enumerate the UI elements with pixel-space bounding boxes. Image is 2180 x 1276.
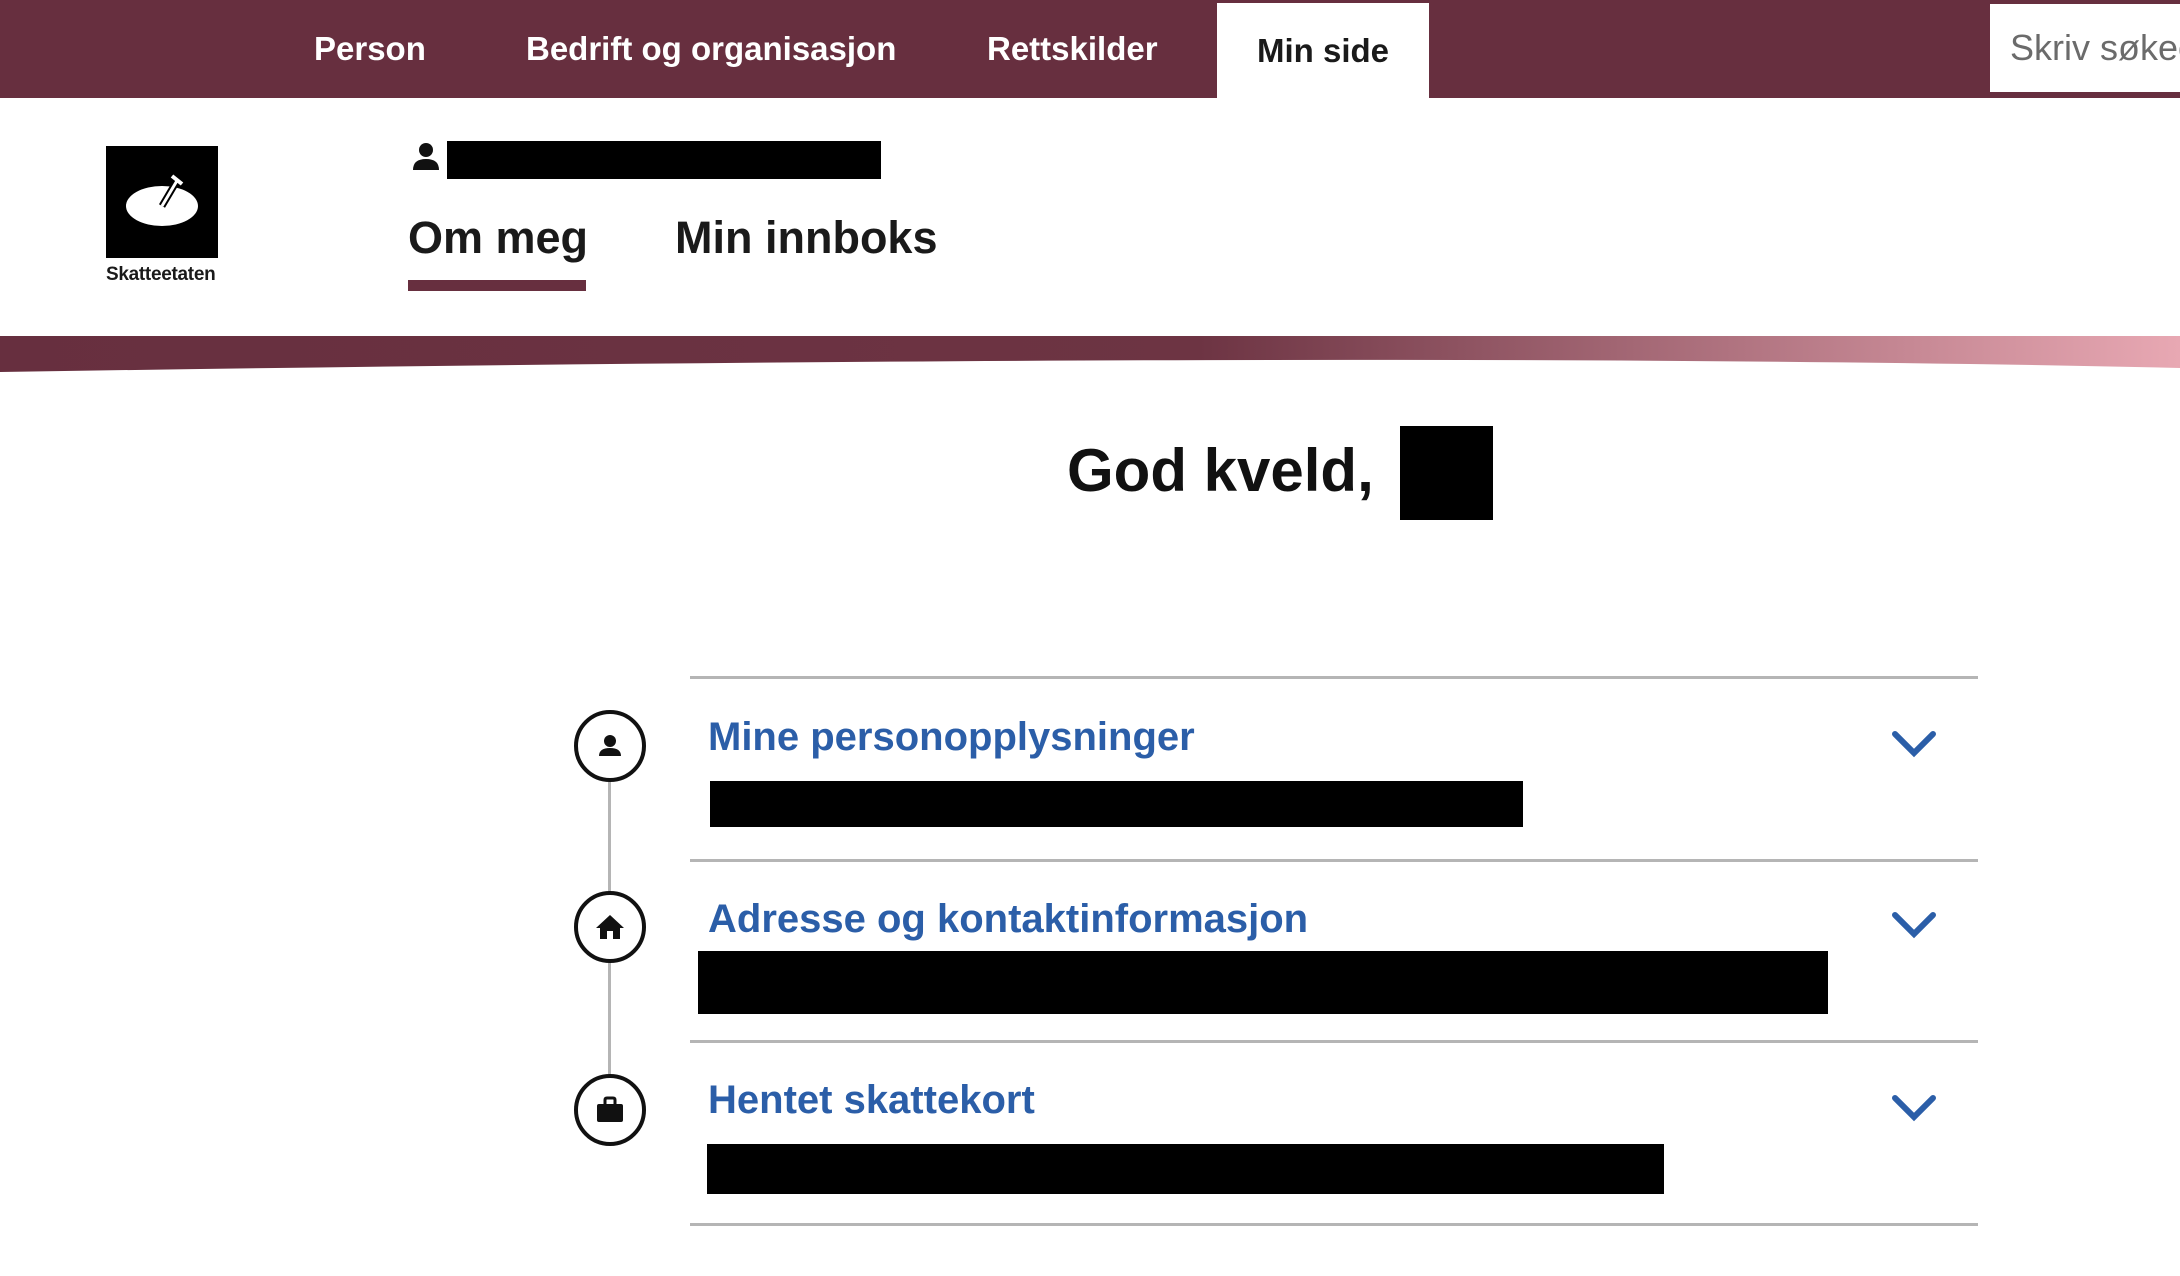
section-icon-circle [574,1074,646,1146]
home-icon [596,915,624,939]
header-divider-band [0,336,2180,372]
search-input[interactable] [1990,4,2180,92]
person-icon [599,735,621,756]
redacted-section-summary [710,781,1523,827]
tab-om-meg[interactable]: Om meg [408,212,588,264]
user-icon [413,143,439,170]
chevron-down-icon[interactable] [1889,1090,1939,1126]
section-title-skattekort[interactable]: Hentet skattekort [708,1078,1035,1123]
topnav-item-rettskilder[interactable]: Rettskilder [987,0,1158,98]
accordion-divider [690,676,1978,679]
chevron-down-icon[interactable] [1889,726,1939,762]
section-icon-circle [574,891,646,963]
top-navigation-bar: Person Bedrift og organisasjon Rettskild… [0,0,2180,98]
accordion-divider [690,1040,1978,1043]
redacted-section-summary [707,1144,1664,1194]
chevron-down-icon[interactable] [1889,907,1939,943]
redacted-user-name [447,141,881,179]
section-icon-circle [574,710,646,782]
redacted-section-summary [698,951,1828,1014]
section-title-adresse[interactable]: Adresse og kontaktinformasjon [708,897,1308,942]
section-title-personopplysninger[interactable]: Mine personopplysninger [708,715,1195,760]
topnav-item-bedrift[interactable]: Bedrift og organisasjon [526,0,896,98]
redacted-first-name [1400,426,1493,520]
skatteetaten-logo[interactable]: Skatteetaten [106,146,218,286]
active-tab-indicator [408,280,586,291]
logo-mark [106,146,218,258]
tab-min-innboks[interactable]: Min innboks [675,212,938,264]
accordion-divider [690,1223,1978,1226]
greeting-heading: God kveld, [1067,437,1374,504]
topnav-item-min-side[interactable]: Min side [1217,3,1430,98]
topnav-item-person[interactable]: Person [314,0,426,98]
accordion-divider [690,859,1978,862]
logo-text: Skatteetaten [106,264,216,285]
briefcase-icon [597,1096,623,1122]
